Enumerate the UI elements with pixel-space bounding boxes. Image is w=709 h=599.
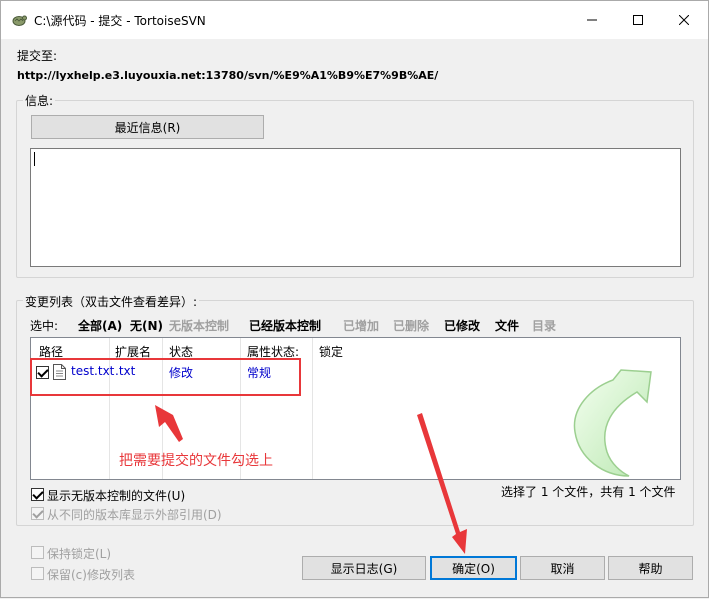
- commit-dialog: C:\源代码 - 提交 - TortoiseSVN 提交至: http://ly…: [0, 0, 709, 598]
- annotation-arrow-up: [155, 405, 183, 442]
- annotation-arrows: [155, 405, 467, 554]
- annotation-arrow-down: [417, 413, 467, 554]
